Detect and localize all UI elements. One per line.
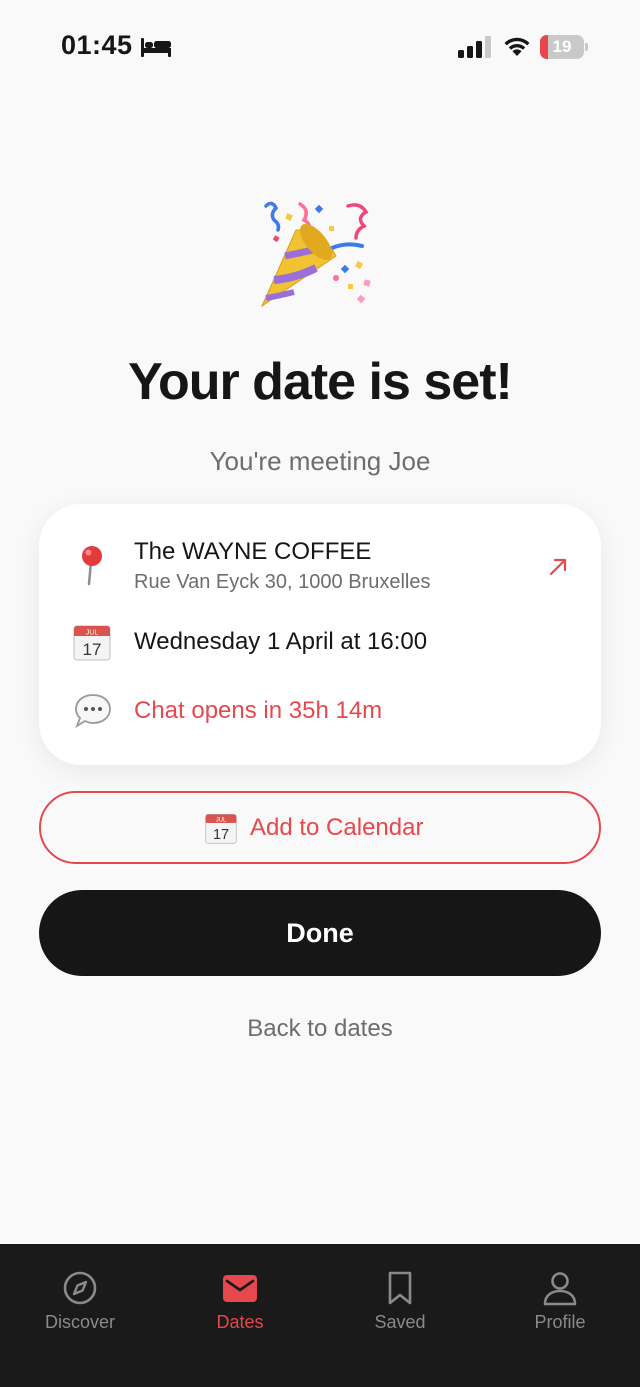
tab-bar: Discover Dates Saved Profile — [0, 1244, 640, 1387]
wifi-icon — [504, 37, 530, 56]
venue-address[interactable]: Rue Van Eyck 30, 1000 Bruxelles — [134, 571, 430, 594]
calendar-icon-day: 17 — [213, 827, 229, 843]
tab-profile[interactable]: Profile — [480, 1244, 640, 1387]
add-to-calendar-button[interactable]: JUL 17 Add to Calendar — [39, 791, 601, 864]
tab-saved[interactable]: Saved — [320, 1244, 480, 1387]
tab-dates[interactable]: Dates — [160, 1244, 320, 1387]
page-title: Your date is set! — [128, 353, 513, 411]
cellular-signal-icon — [458, 36, 491, 58]
calendar-icon-day: 17 — [83, 640, 102, 659]
party-popper-icon — [260, 201, 371, 308]
tab-discover[interactable]: Discover — [0, 1244, 160, 1387]
tab-discover-label: Discover — [44, 1312, 115, 1332]
tab-saved-label: Saved — [374, 1312, 426, 1332]
add-to-calendar-label: Add to Calendar — [250, 814, 424, 841]
battery-icon: 19 — [540, 35, 588, 59]
calendar-icon-month: JUL — [216, 818, 227, 824]
page-subtitle: You're meeting Joe — [209, 446, 431, 476]
speech-bubble-icon — [75, 694, 111, 729]
chat-countdown: Chat opens in 35h 14m — [134, 697, 383, 724]
person-icon — [543, 1272, 577, 1306]
tab-dates-label: Dates — [216, 1312, 264, 1332]
envelope-icon — [223, 1275, 257, 1302]
status-time: 01:45 — [61, 30, 133, 60]
date-details-card: The WAYNE COFFEE Rue Van Eyck 30, 1000 B… — [39, 504, 601, 765]
calendar-icon: JUL 17 — [73, 625, 111, 661]
open-external-arrow-icon[interactable] — [547, 556, 569, 578]
compass-icon — [63, 1271, 97, 1305]
venue-name[interactable]: The WAYNE COFFEE — [134, 538, 371, 566]
battery-nub — [585, 43, 588, 51]
status-bar: 01:45 19 — [0, 0, 640, 96]
bed-icon — [141, 38, 171, 57]
calendar-icon: JUL 17 — [205, 813, 237, 844]
bookmark-icon — [388, 1271, 412, 1305]
calendar-icon-month: JUL — [86, 630, 99, 637]
tab-profile-label: Profile — [534, 1312, 586, 1332]
pin-icon — [82, 546, 102, 586]
done-button[interactable]: Done — [39, 890, 601, 976]
date-time-text: Wednesday 1 April at 16:00 — [134, 628, 428, 655]
battery-level: 19 — [552, 37, 572, 56]
back-to-dates-link[interactable]: Back to dates — [0, 1015, 640, 1043]
battery-body: 19 — [540, 35, 584, 59]
